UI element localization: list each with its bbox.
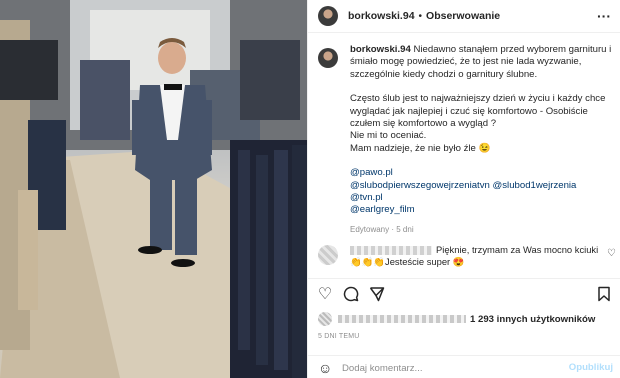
caption-line-4: Mam nadzieje, że nie było źle 😉 [350, 142, 491, 154]
caption-text: borkowski.94 Niedawno stanąłem przed wyb… [350, 44, 614, 217]
comment-text: Pięknie, trzymam za Was mocno kciuki [436, 244, 599, 255]
post-photo[interactable] [0, 0, 307, 378]
smiley-icon[interactable]: ☺ [318, 360, 334, 376]
comment-item: Pięknie, trzymam za Was mocno kciuki 👏👏👏… [318, 243, 618, 273]
comment-text-line-2: 👏👏👏Jesteście super 😍 [350, 256, 465, 267]
add-comment-bar: ☺ Opublikuj [308, 355, 620, 378]
post-time[interactable]: 5 DNI TEMU [318, 333, 360, 340]
photo-illustration [0, 0, 307, 378]
heart-outline-icon[interactable]: ♡ [316, 286, 334, 304]
heart-outline-icon[interactable]: ♡ [607, 248, 616, 259]
follow-button[interactable]: Obserwowanie [426, 10, 500, 22]
caption-meta: Edytowany · 5 dni [350, 224, 414, 234]
caption-paragraph-2: Często ślub jest to najważniejszy dzień … [350, 93, 606, 130]
mention-link[interactable]: @earlgrey_film [350, 204, 614, 216]
header-username[interactable]: borkowski.94 [348, 10, 415, 22]
publish-button[interactable]: Opublikuj [569, 362, 613, 373]
action-bar: ♡ [308, 278, 620, 308]
liker-names-blurred [338, 315, 466, 323]
avatar[interactable] [318, 48, 338, 68]
mention-link[interactable]: @pawo.pl [350, 167, 614, 179]
paper-plane-icon[interactable] [368, 286, 386, 304]
post-side-panel: borkowski.94 • Obserwowanie ··· borkowsk… [307, 0, 620, 378]
header-separator: • [418, 10, 423, 22]
comment-input[interactable] [342, 361, 542, 375]
caption-line-3: Nie mi to oceniać. [350, 130, 427, 142]
more-horizontal-icon[interactable]: ··· [597, 9, 611, 23]
mention-link[interactable]: @slubodpierwszegowejrzeniatvn @slubod1we… [350, 180, 614, 192]
post-header: borkowski.94 • Obserwowanie ··· [308, 0, 620, 33]
bookmark-icon[interactable] [595, 286, 613, 304]
caption-username[interactable]: borkowski.94 [350, 44, 411, 55]
likes-text: 1 293 innych użytkowników [470, 313, 596, 325]
caption: borkowski.94 Niedawno stanąłem przed wyb… [318, 44, 614, 234]
comment-username-blurred[interactable] [350, 246, 432, 255]
avatar[interactable] [318, 6, 338, 26]
mention-link[interactable]: @tvn.pl [350, 192, 614, 204]
liker-avatar [318, 312, 332, 326]
comment-bubble-icon[interactable] [342, 286, 360, 304]
likes-summary[interactable]: 1 293 innych użytkowników [318, 312, 595, 326]
comment-avatar[interactable] [318, 245, 338, 265]
